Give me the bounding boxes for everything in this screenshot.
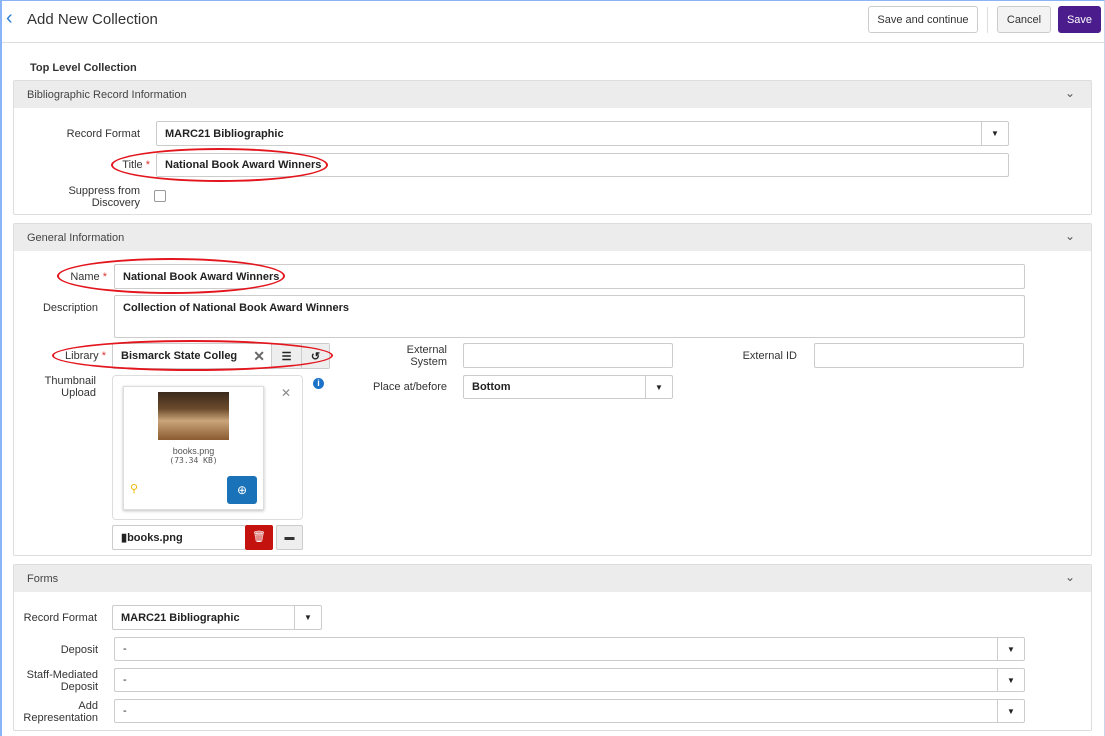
record-format-label: Record Format xyxy=(66,128,140,140)
chevron-down-icon[interactable]: ⌄ xyxy=(1065,570,1075,584)
forms-record-format-label: Record Format xyxy=(23,612,97,624)
general-panel-header[interactable]: General Information ⌄ xyxy=(14,224,1091,251)
top-level-collection-label: Top Level Collection xyxy=(30,62,137,74)
record-format-select[interactable]: MARC21 Bibliographic ▼ xyxy=(156,121,1009,146)
external-id-label: External ID xyxy=(742,350,797,362)
annotation-highlight xyxy=(111,148,328,182)
save-and-continue-button[interactable]: Save and continue xyxy=(868,6,978,33)
folder-button[interactable]: ▬ xyxy=(276,525,303,550)
place-label: Place at/before xyxy=(373,381,447,393)
dropdown-arrow-icon[interactable]: ▼ xyxy=(997,700,1024,722)
dropdown-arrow-icon[interactable]: ▼ xyxy=(997,638,1024,660)
file-field[interactable]: ▮ books.png xyxy=(112,525,246,550)
deposit-select[interactable]: - ▼ xyxy=(114,637,1025,661)
page-title: Add New Collection xyxy=(27,11,158,28)
pin-icon[interactable]: ⚲ xyxy=(130,482,138,495)
place-select[interactable]: Bottom ▼ xyxy=(463,375,673,399)
thumbnail-upload-area[interactable]: books.png (73.34 KB) ⚲ ⊕ ✕ xyxy=(112,375,303,520)
suppress-label: Suppress from Discovery xyxy=(68,185,140,209)
dropdown-arrow-icon[interactable]: ▼ xyxy=(294,606,321,629)
annotation-highlight xyxy=(57,258,285,294)
thumbnail-label: Thumbnail Upload xyxy=(44,375,96,399)
remove-icon[interactable]: ✕ xyxy=(281,386,291,400)
thumbnail-card: books.png (73.34 KB) ⚲ ⊕ xyxy=(123,386,264,510)
add-representation-select[interactable]: - ▼ xyxy=(114,699,1025,723)
save-button[interactable]: Save xyxy=(1058,6,1101,33)
page-header: ‹ Add New Collection Save and continue C… xyxy=(2,1,1105,43)
bibliographic-panel-header[interactable]: Bibliographic Record Information ⌄ xyxy=(14,81,1091,108)
delete-button[interactable]: 🗑 xyxy=(245,525,273,550)
external-id-input[interactable] xyxy=(814,343,1024,368)
panel-title: General Information xyxy=(27,232,125,244)
back-chevron-icon[interactable]: ‹ xyxy=(6,7,13,30)
description-label: Description xyxy=(42,302,98,314)
panel-title: Forms xyxy=(27,573,59,585)
staff-mediated-select[interactable]: - ▼ xyxy=(114,668,1025,692)
thumbnail-image xyxy=(158,392,229,440)
forms-record-format-select[interactable]: MARC21 Bibliographic ▼ xyxy=(112,605,322,630)
suppress-checkbox[interactable] xyxy=(154,190,166,202)
info-icon[interactable]: i xyxy=(313,378,324,389)
chevron-down-icon[interactable]: ⌄ xyxy=(1065,86,1075,100)
record-format-value: MARC21 Bibliographic xyxy=(165,127,284,140)
chevron-down-icon[interactable]: ⌄ xyxy=(1065,229,1075,243)
bibliographic-panel: Bibliographic Record Information ⌄ xyxy=(13,80,1092,215)
place-value: Bottom xyxy=(472,381,511,393)
external-system-label: External System xyxy=(406,344,447,368)
dropdown-arrow-icon[interactable]: ▼ xyxy=(645,376,672,398)
staff-mediated-label: Staff-Mediated Deposit xyxy=(26,669,98,693)
forms-panel-header[interactable]: Forms ⌄ xyxy=(14,565,1091,592)
description-textarea[interactable]: Collection of National Book Award Winner… xyxy=(114,295,1025,338)
add-representation-label: Add Representation xyxy=(23,700,98,724)
zoom-in-button[interactable]: ⊕ xyxy=(227,476,257,504)
file-name: books.png xyxy=(172,446,215,456)
external-system-input[interactable] xyxy=(463,343,673,368)
deposit-label: Deposit xyxy=(60,644,98,656)
divider xyxy=(987,7,988,33)
annotation-highlight xyxy=(52,340,333,371)
cancel-button[interactable]: Cancel xyxy=(997,6,1051,33)
panel-title: Bibliographic Record Information xyxy=(27,89,187,101)
dropdown-arrow-icon[interactable]: ▼ xyxy=(981,122,1008,145)
file-size: (73.34 KB) xyxy=(169,456,218,465)
dropdown-arrow-icon[interactable]: ▼ xyxy=(997,669,1024,691)
